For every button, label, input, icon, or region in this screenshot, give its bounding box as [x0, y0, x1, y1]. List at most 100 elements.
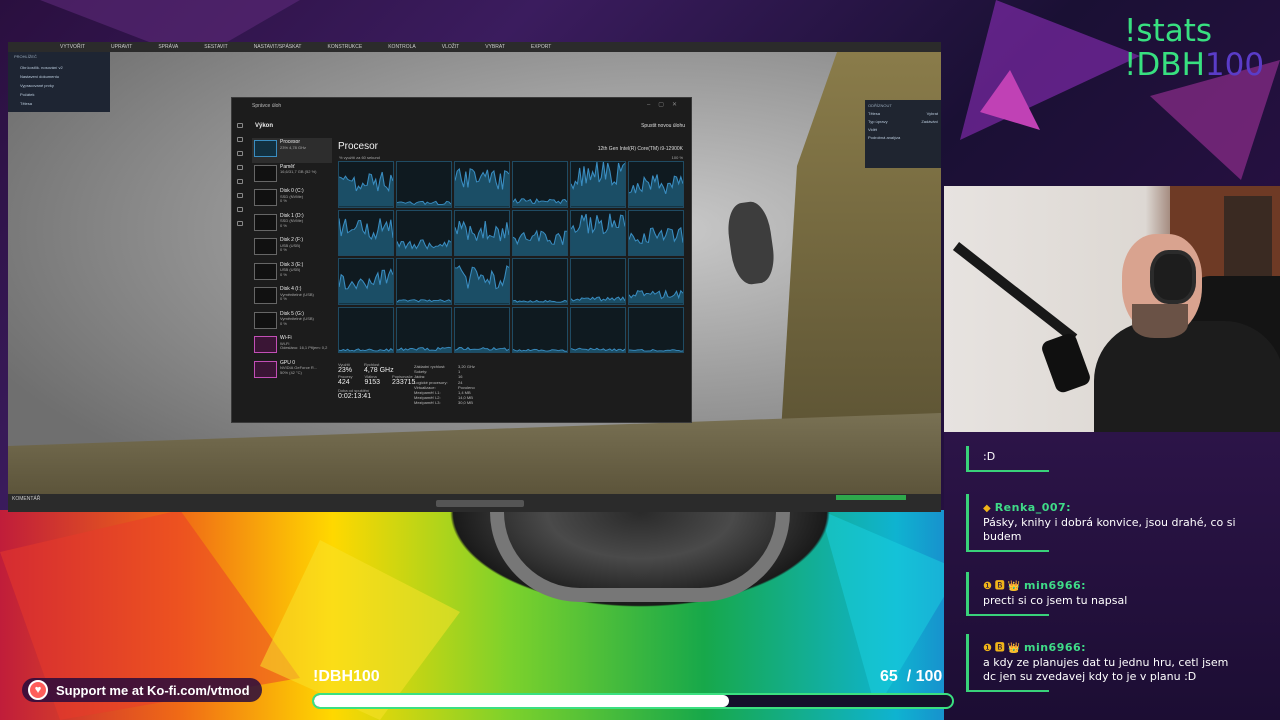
app-menu-item-9[interactable]: EXPORT	[531, 44, 551, 50]
utilization-max: 100 %	[671, 155, 683, 160]
browser-item[interactable]: Nastavení dokumentu	[14, 72, 104, 81]
resource-thumbnail	[254, 360, 277, 378]
history-icon[interactable]	[237, 165, 243, 170]
chat-text: precti si co jsem tu napsal	[983, 594, 1128, 607]
core-graph-line	[629, 348, 683, 352]
chat-message: ◆ Renka_007: Pásky, knihy i dobrá konvice,…	[966, 494, 1256, 552]
section-title: Výkon	[255, 123, 274, 129]
core-graph-line	[397, 238, 451, 255]
resource-item[interactable]: Wi-Fi Wi-Fi Odesláno: 16,1 Přijem: 0,2	[252, 334, 332, 359]
core-graph	[396, 209, 452, 256]
resource-subtitle: 0 %	[280, 222, 287, 228]
app-menu-item-8[interactable]: VYBRAT	[485, 44, 505, 50]
core-graph-line	[339, 268, 393, 304]
app-menu-item-1[interactable]: UPRAVIT	[111, 44, 132, 50]
chat-username: min6966:	[1023, 641, 1087, 654]
details-icon[interactable]	[237, 207, 243, 212]
resource-subtitle: 0 %	[280, 198, 287, 203]
core-graph-line	[339, 171, 393, 207]
goal-count: 65 / 100	[880, 668, 943, 685]
core-graph-line	[397, 346, 451, 352]
core-graph-line	[455, 265, 509, 304]
resource-item[interactable]: Procesor 23% 4,78 GHz	[252, 138, 332, 163]
resource-thumbnail	[254, 336, 277, 353]
resource-item[interactable]: Disk 1 (D:) SSD (NVMe) 0 %	[252, 212, 332, 237]
app-bottom-bar: KOMENTÁŘ	[8, 494, 941, 512]
inspect-row-value[interactable]: Vybrat	[927, 111, 938, 116]
menu-icon[interactable]	[237, 123, 243, 128]
chat-panel: :D ◆ Renka_007: Pásky, knihy i dobrá konvic…	[944, 432, 1280, 720]
core-graph	[338, 209, 394, 256]
app-menubar: VYTVOŘIT UPRAVIT SPRÁVA SESTAVIT NASTAVIT/SP…	[8, 42, 941, 52]
inspect-row: Tělesa Vybrat	[868, 111, 938, 116]
webcam-person-beard	[1132, 304, 1188, 338]
browser-item[interactable]: Počátek	[14, 90, 104, 99]
kofi-banner[interactable]: ♥ Support me at Ko-fi.com/vtmod	[22, 678, 262, 702]
browser-item[interactable]: Tělesa	[14, 99, 104, 108]
core-graph-line	[513, 348, 567, 352]
core-graph	[570, 209, 626, 256]
core-graph	[512, 209, 568, 256]
inspect-row: Podrobná analýza	[868, 135, 938, 140]
threads-value: 9153	[364, 379, 381, 386]
resource-subtitle: 0 %	[280, 320, 287, 326]
chat-header: ◆ Renka_007:	[983, 498, 1244, 516]
core-graph-line	[571, 213, 625, 255]
task-manager-window: Správce úloh –▢✕ Výkon Spustit novou úlo…	[231, 97, 692, 423]
users-icon[interactable]	[237, 193, 243, 198]
startup-icon[interactable]	[237, 179, 243, 184]
core-graph-line	[397, 200, 451, 207]
core-graph-line	[513, 198, 567, 207]
core-graph	[512, 306, 568, 353]
core-graph	[454, 306, 510, 353]
resource-item[interactable]: Disk 5 (G:) Vyměnitelné (USB) 0 %	[252, 310, 332, 335]
resource-item[interactable]: Disk 3 (E:) USB (USB) 0 %	[252, 261, 332, 286]
resource-item[interactable]: Disk 2 (F:) USB (USB) 0 %	[252, 236, 332, 261]
inspect-row-value[interactable]: Zadávání	[921, 119, 938, 124]
core-graph-line	[513, 228, 567, 255]
resource-thumbnail	[254, 262, 277, 280]
wheel-ring	[490, 512, 790, 602]
core-graph-line	[455, 346, 509, 352]
core-graph-line	[513, 299, 567, 304]
kofi-cup-icon: ♥	[28, 680, 48, 700]
resource-thumbnail	[254, 287, 277, 304]
inspect-row-label: Tělesa	[868, 111, 881, 116]
resource-thumbnail	[254, 238, 277, 255]
chat-username: Renka_007:	[994, 501, 1072, 514]
performance-icon[interactable]	[237, 151, 243, 156]
goal-progress-fill	[314, 695, 729, 707]
app-menu-item-2[interactable]: SPRÁVA	[158, 44, 178, 50]
processes-icon[interactable]	[237, 137, 243, 142]
app-menu-item-4[interactable]: NASTAVIT/SPÁSKAT	[254, 44, 302, 50]
core-graph	[454, 161, 510, 208]
browser-item[interactable]: Vypracované prvky	[14, 81, 104, 90]
inspect-panel: ODŘÍZNOUT Tělesa Vybrat Typ úpravy Zadávání…	[865, 100, 941, 168]
resource-item[interactable]: Disk 4 (I:) Vyměnitelné (USB) 0 %	[252, 285, 332, 310]
resource-item[interactable]: GPU 0 NVIDIA GeForce R... 50% (42 °C)	[252, 359, 332, 384]
resource-subtitle: Odesláno: 16,1 Přijem: 0,2	[280, 345, 328, 350]
resource-subtitle: 0 %	[280, 247, 287, 252]
browser-item[interactable]: Obr.kostlík. nosování v2	[14, 63, 104, 72]
window-controls[interactable]: –▢✕	[647, 101, 685, 108]
inspect-row-label: Podrobná analýza	[868, 135, 901, 140]
resource-thumbnail	[254, 311, 277, 329]
resource-item[interactable]: Paměť 16,6/31,7 GB (52 %)	[252, 163, 332, 188]
core-graph	[454, 258, 510, 305]
core-graph	[338, 161, 394, 208]
app-menu-item-0[interactable]: VYTVOŘIT	[60, 44, 85, 50]
app-menu-item-6[interactable]: KONTROLA	[388, 44, 416, 50]
services-icon[interactable]	[237, 221, 243, 226]
core-graph	[628, 306, 684, 353]
core-graph-line	[571, 347, 625, 352]
task-manager-title: Správce úloh	[252, 103, 282, 109]
core-graph-line	[629, 226, 683, 255]
navigation-toolbar[interactable]	[436, 500, 524, 507]
run-new-task-button[interactable]: Spustit novou úlohu	[641, 123, 685, 129]
chat-header: ❶ 🅱 👑 min6966:	[983, 638, 1244, 656]
app-menu-item-7[interactable]: VLOŽIT	[442, 44, 460, 50]
core-graph-area	[455, 265, 509, 304]
resource-item[interactable]: Disk 0 (C:) SSD (NVMe) 0 %	[252, 187, 332, 212]
app-menu-item-3[interactable]: SESTAVIT	[204, 44, 227, 50]
app-menu-item-5[interactable]: KONSTRUKCE	[327, 44, 362, 50]
